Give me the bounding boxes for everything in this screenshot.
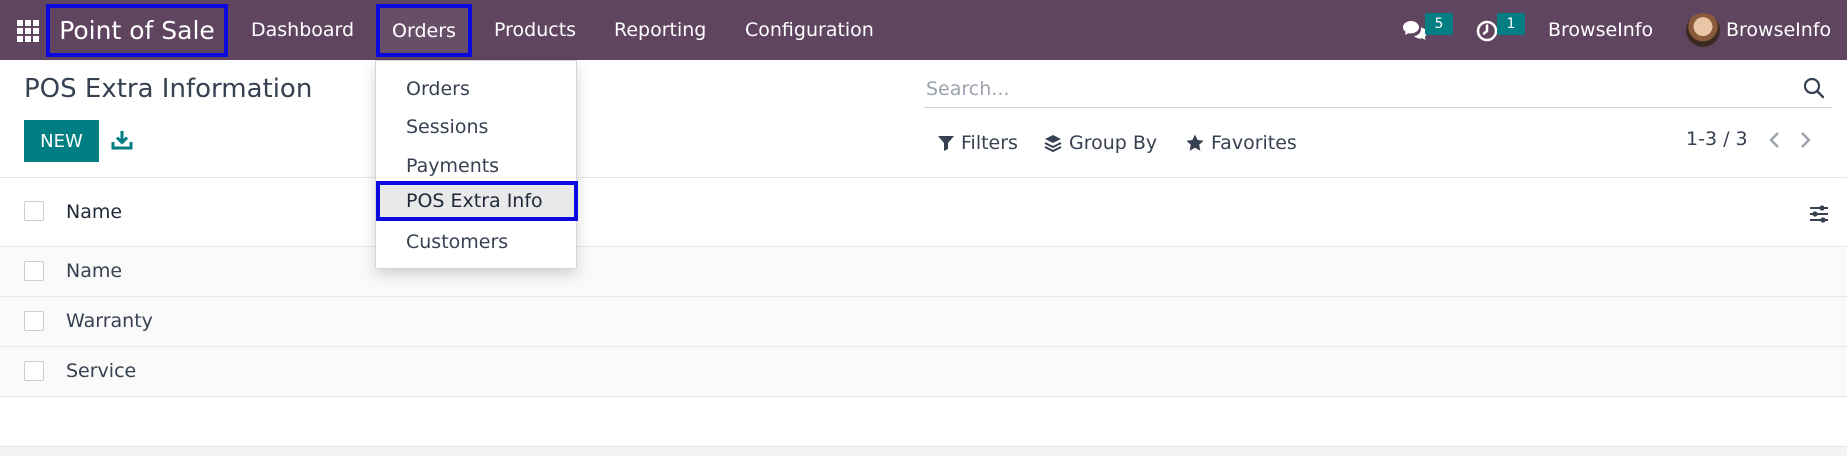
app-title[interactable]: Point of Sale (46, 4, 228, 57)
row-checkbox[interactable] (24, 361, 44, 381)
apps-grid-icon[interactable] (17, 20, 39, 42)
group-by-label: Group By (1069, 132, 1158, 154)
pager-previous-icon[interactable] (1766, 130, 1784, 150)
table-row[interactable]: Service (0, 347, 1847, 397)
user-menu[interactable]: BrowseInfo (1726, 0, 1831, 60)
favorites-button[interactable]: Favorites (1185, 128, 1297, 158)
dropdown-item-customers[interactable]: Customers (406, 231, 508, 253)
row-checkbox[interactable] (24, 311, 44, 331)
menu-products[interactable]: Products (494, 0, 576, 60)
table-row[interactable]: Warranty (0, 297, 1847, 347)
select-all-checkbox[interactable] (24, 201, 44, 221)
list-footer (0, 446, 1847, 456)
download-icon[interactable] (110, 128, 134, 152)
favorites-label: Favorites (1211, 132, 1297, 154)
menu-orders[interactable]: Orders (376, 4, 472, 57)
dropdown-item-sessions[interactable]: Sessions (406, 116, 488, 138)
menu-reporting[interactable]: Reporting (614, 0, 706, 60)
table-row[interactable]: Name (0, 247, 1847, 297)
messages-count-badge: 5 (1425, 13, 1453, 35)
page-title: POS Extra Information (24, 74, 313, 104)
activities-count-badge: 1 (1497, 13, 1525, 35)
user-avatar[interactable] (1686, 13, 1720, 47)
search-icon[interactable] (1802, 76, 1826, 100)
group-by-button[interactable]: Group By (1043, 128, 1157, 158)
search-input[interactable] (926, 72, 1786, 106)
row-name: Service (66, 360, 137, 382)
row-name: Warranty (66, 310, 153, 332)
pager-next-icon[interactable] (1796, 130, 1814, 150)
filters-button[interactable]: Filters (937, 128, 1018, 158)
dropdown-item-payments[interactable]: Payments (406, 155, 499, 177)
row-checkbox[interactable] (24, 261, 44, 281)
menu-configuration[interactable]: Configuration (745, 0, 874, 60)
filters-label: Filters (961, 132, 1018, 154)
dropdown-item-pos-extra-info[interactable]: POS Extra Info (376, 181, 578, 221)
search-bar (924, 72, 1832, 108)
pager-value[interactable]: 1-3 / 3 (1686, 128, 1748, 150)
dropdown-item-orders[interactable]: Orders (406, 78, 470, 100)
clock-activity-icon[interactable] (1475, 19, 1499, 43)
optional-columns-icon[interactable] (1808, 203, 1830, 225)
row-name: Name (66, 260, 123, 282)
top-navbar: Point of Sale Dashboard Orders Products … (0, 0, 1847, 60)
orders-dropdown-menu: Orders Sessions Payments POS Extra Info … (375, 60, 578, 269)
layers-icon (1044, 135, 1062, 153)
control-panel-divider (0, 177, 1847, 178)
column-header-name[interactable]: Name (66, 201, 122, 223)
new-button[interactable]: NEW (24, 120, 99, 162)
star-icon (1186, 134, 1204, 151)
menu-dashboard[interactable]: Dashboard (251, 0, 354, 60)
company-switcher[interactable]: BrowseInfo (1548, 0, 1653, 60)
filter-icon (938, 136, 954, 151)
